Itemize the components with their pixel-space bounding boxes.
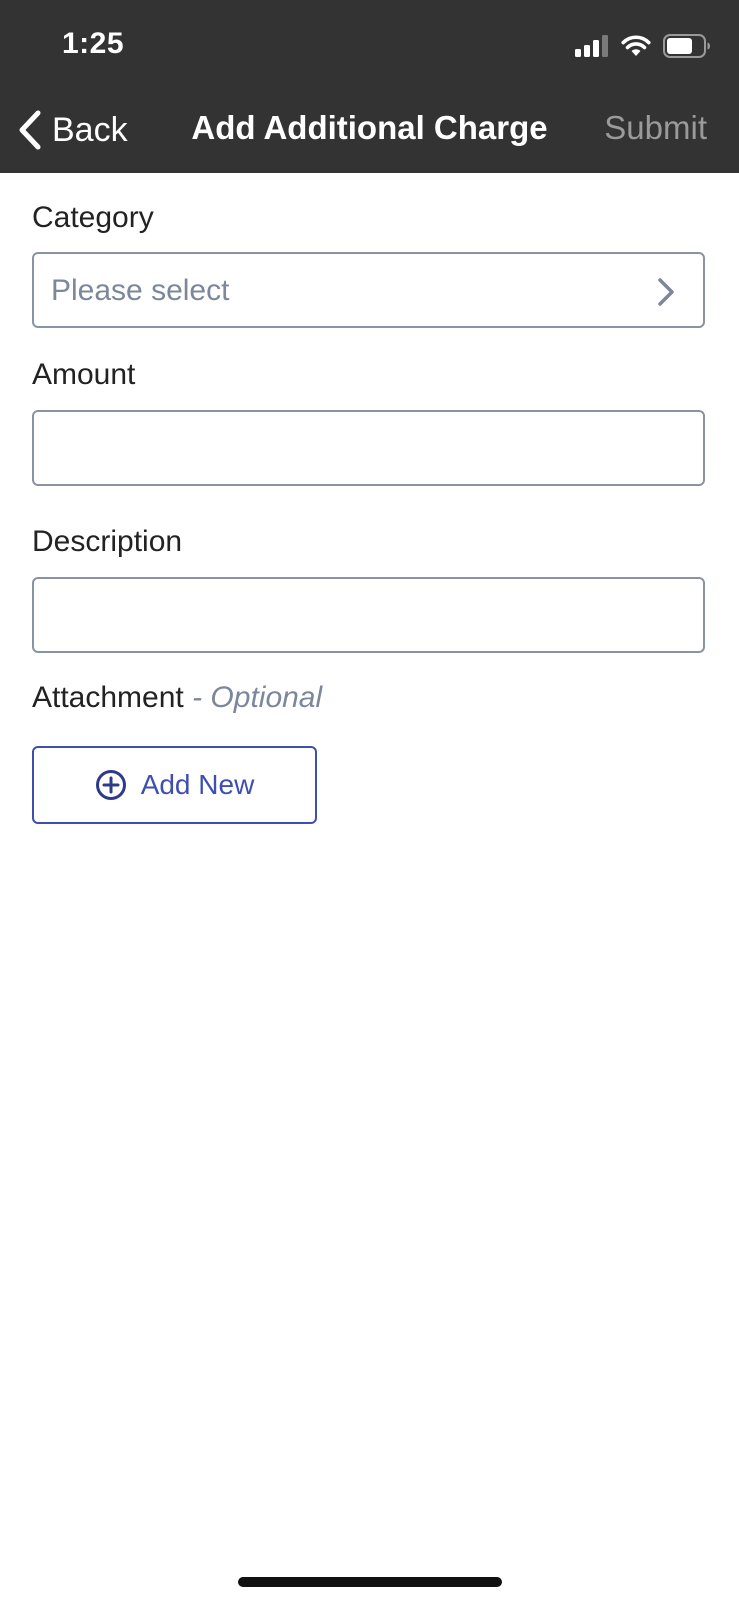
- status-icons: [575, 33, 711, 59]
- description-input[interactable]: [34, 579, 703, 651]
- description-label: Description: [32, 525, 183, 558]
- plus-circle-icon: [95, 770, 126, 800]
- attachment-label: Attachment: [32, 681, 184, 714]
- description-field-box: [32, 577, 705, 653]
- attachment-label-row: Attachment - Optional: [32, 681, 322, 715]
- category-placeholder: Please select: [51, 274, 230, 307]
- chevron-left-icon: [19, 110, 41, 150]
- optional-hint: - Optional: [192, 681, 323, 714]
- top-bar: 1:25 Back Add Additional Charge Submit: [0, 0, 739, 173]
- battery-icon: [663, 34, 710, 58]
- cellular-signal-icon: [575, 35, 608, 57]
- status-time: 1:25: [62, 27, 125, 60]
- amount-label: Amount: [32, 358, 136, 391]
- add-additional-charge-screen: 1:25 Back Add Additional Charge Submit C…: [0, 0, 739, 1600]
- wifi-icon: [621, 35, 651, 56]
- back-label: Back: [52, 110, 128, 149]
- chevron-right-icon: [658, 278, 674, 306]
- category-select[interactable]: Please select: [32, 252, 705, 328]
- submit-button[interactable]: Submit: [604, 109, 707, 147]
- add-new-attachment-button[interactable]: Add New: [32, 746, 317, 824]
- back-button[interactable]: Back: [18, 105, 128, 155]
- home-indicator[interactable]: [238, 1577, 502, 1587]
- amount-field-box: [32, 410, 705, 486]
- add-new-label: Add New: [140, 769, 255, 800]
- amount-input[interactable]: [34, 412, 703, 484]
- category-label: Category: [32, 201, 154, 234]
